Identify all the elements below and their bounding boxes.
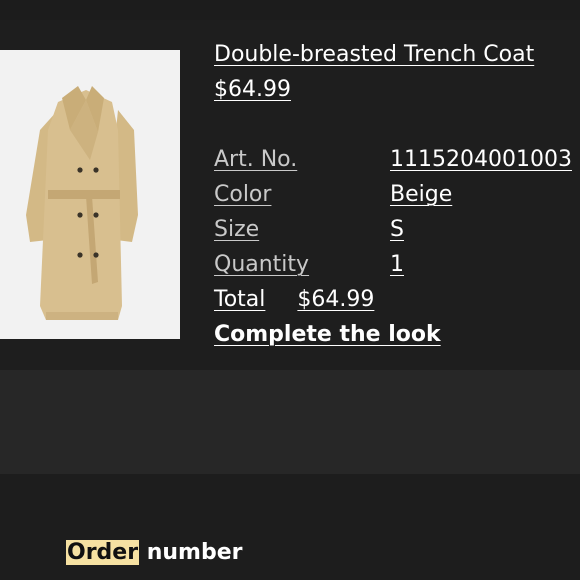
detail-value-size[interactable]: S <box>390 216 404 244</box>
complete-the-look-link[interactable]: Complete the look <box>214 321 441 349</box>
detail-value-color[interactable]: Beige <box>390 181 452 209</box>
detail-label-size[interactable]: Size <box>214 216 259 244</box>
total-label: Total <box>214 287 266 312</box>
section-divider <box>0 370 580 474</box>
order-item-card: Double-breasted Trench Coat $64.99 Art. … <box>0 20 580 370</box>
order-number-text: number <box>139 540 243 565</box>
order-highlight: Order <box>66 540 140 565</box>
total-line[interactable]: Total $64.99 <box>214 286 374 314</box>
detail-value-quantity[interactable]: 1 <box>390 251 404 279</box>
total-value: $64.99 <box>297 287 375 312</box>
product-name-link[interactable]: Double-breasted Trench Coat <box>214 41 534 69</box>
detail-value-art-no[interactable]: 1115204001003 <box>390 146 572 174</box>
detail-label-color[interactable]: Color <box>214 181 271 209</box>
order-number-heading: Order number <box>66 538 243 568</box>
top-band <box>0 0 580 20</box>
product-price[interactable]: $64.99 <box>214 76 291 104</box>
detail-label-art-no[interactable]: Art. No. <box>214 146 297 174</box>
detail-label-quantity[interactable]: Quantity <box>214 251 309 279</box>
trench-coat-image <box>0 50 180 339</box>
product-image[interactable] <box>0 50 180 339</box>
order-number-section: Order number <box>0 474 580 580</box>
